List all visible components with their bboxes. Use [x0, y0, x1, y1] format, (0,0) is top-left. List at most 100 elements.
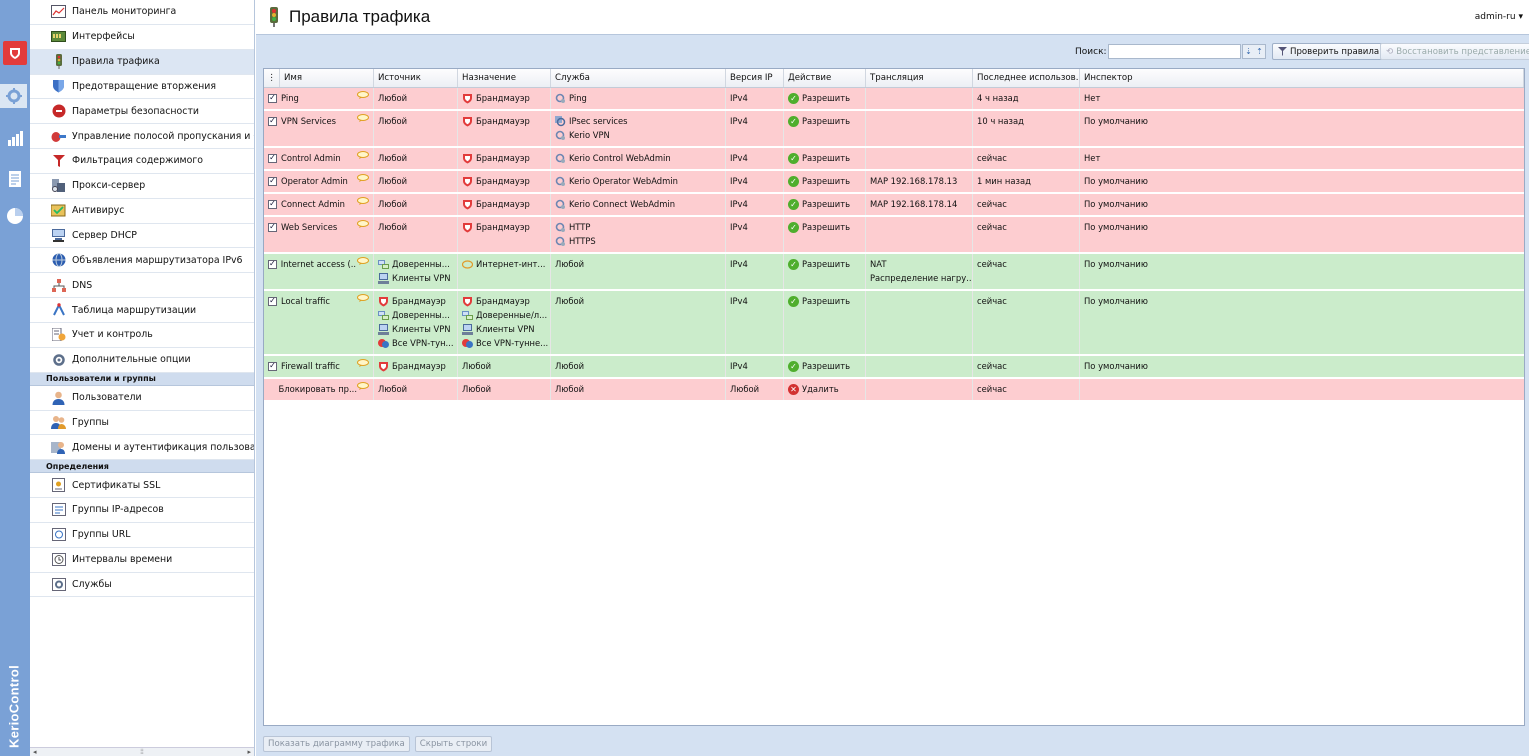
rule-row[interactable]: ✓ Connect Admin Любой Брандмауэр Kerio Conne… — [264, 194, 1524, 217]
rule-enabled-checkbox[interactable]: ✓ — [268, 176, 277, 186]
rule-name-cell: ✓ Ping — [264, 88, 374, 109]
nav-item-ips[interactable]: Предотвращение вторжения — [30, 75, 254, 100]
comment-icon[interactable] — [357, 220, 369, 228]
column-header[interactable]: Назначение — [458, 69, 551, 87]
rule-row[interactable]: ✓ VPN Services Любой Брандмауэр IPsec servic… — [264, 111, 1524, 148]
nav-item-time[interactable]: Интервалы времени — [30, 548, 254, 573]
action-label: Разрешить — [802, 361, 851, 371]
ip-version-cell: IPv4 — [726, 111, 784, 146]
scroll-right-icon[interactable]: ▸ — [247, 748, 251, 756]
translation-cell: MAP 192.168.178.13 — [866, 171, 973, 192]
search-label: Поиск: — [1075, 47, 1107, 57]
service-group-icon — [555, 115, 569, 127]
column-header[interactable]: Действие — [784, 69, 866, 87]
nav-item-proxy[interactable]: Прокси-сервер — [30, 174, 254, 199]
nav-item-ipv6[interactable]: Объявления маршрутизатора IPv6 — [30, 248, 254, 274]
ip-version-cell: IPv4 — [726, 356, 784, 377]
inspector-cell: По умолчанию — [1080, 171, 1524, 192]
comment-icon[interactable] — [357, 382, 369, 390]
rule-row[interactable]: ✓ Operator Admin Любой Брандмауэр Kerio Oper… — [264, 171, 1524, 194]
comment-icon[interactable] — [357, 257, 369, 265]
search-prev-icon[interactable]: ⇡ — [1254, 45, 1265, 58]
nav-item-accounting[interactable]: Учет и контроль — [30, 323, 254, 348]
filter-icon — [1278, 47, 1287, 56]
nav-item-bandwidth[interactable]: Управление полосой пропускания и Qo — [30, 124, 254, 150]
nav-item-dns[interactable]: DNS — [30, 273, 254, 299]
nav-item-dhcp[interactable]: Сервер DHCP — [30, 224, 254, 249]
rule-row[interactable]: ✓ Control Admin Любой Брандмауэр Kerio Contr… — [264, 148, 1524, 171]
rule-enabled-checkbox[interactable]: ✓ — [268, 116, 277, 126]
nav-item-certificate[interactable]: Сертификаты SSL — [30, 473, 254, 499]
comment-icon[interactable] — [357, 197, 369, 205]
logs-icon[interactable] — [3, 167, 27, 191]
column-header[interactable]: Трансляция — [866, 69, 973, 87]
column-header[interactable]: Имя — [280, 69, 374, 87]
cell-value: Kerio Control WebAdmin — [569, 153, 671, 163]
rule-enabled-checkbox[interactable]: ✓ — [268, 199, 277, 209]
rule-row[interactable]: ✓ Ping Любой Брандмауэр Ping IPv4 ✓ Разрешить 4 … — [264, 88, 1524, 111]
comment-icon[interactable] — [357, 114, 369, 122]
gear-icon[interactable] — [0, 84, 27, 108]
column-header[interactable]: Инспектор — [1080, 69, 1524, 87]
search-input[interactable] — [1108, 44, 1241, 59]
comment-icon[interactable] — [357, 91, 369, 99]
nav-item-url-group[interactable]: Группы URL — [30, 523, 254, 548]
rule-enabled-checkbox[interactable]: ✓ — [268, 153, 277, 163]
pie-icon[interactable] — [3, 204, 27, 228]
rule-enabled-checkbox[interactable]: ✓ — [268, 296, 277, 306]
rule-row[interactable]: ✓ Internet access (... Доверенны... Клиенты… — [264, 254, 1524, 291]
nav-item-interfaces[interactable]: Интерфейсы — [30, 25, 254, 50]
rule-enabled-checkbox[interactable] — [268, 385, 275, 394]
comment-icon[interactable] — [357, 151, 369, 159]
nav-item-label: Объявления маршрутизатора IPv6 — [72, 254, 243, 266]
column-header[interactable]: Версия IP — [726, 69, 784, 87]
nav-item-advanced[interactable]: Дополнительные опции — [30, 348, 254, 373]
nav-item-filter[interactable]: Фильтрация содержимого — [30, 149, 254, 174]
nav-item-user[interactable]: Пользователи — [30, 386, 254, 411]
nav-item-traffic[interactable]: Правила трафика — [30, 49, 254, 75]
shield-icon[interactable] — [3, 41, 27, 65]
destination-cell: Интернет-инт... — [458, 254, 551, 289]
user-menu[interactable]: admin-ru ▾ — [1475, 12, 1523, 22]
rule-row[interactable]: ✓ Web Services Любой Брандмауэр HTTP HTTPS IPv… — [264, 217, 1524, 254]
cell-value: IPv4 — [730, 153, 748, 163]
check-rules-button[interactable]: Проверить правила — [1272, 43, 1386, 60]
rule-row[interactable]: ✓ Firewall traffic Брандмауэр Любой Любой IPv… — [264, 356, 1524, 379]
rule-name-cell: ✓ Internet access (... — [264, 254, 374, 289]
cell-value: Все VPN-тун... — [392, 338, 454, 348]
rule-name: Local traffic — [281, 296, 330, 306]
show-traffic-diagram-button[interactable]: Показать диаграмму трафика — [263, 736, 410, 752]
rule-enabled-checkbox[interactable]: ✓ — [268, 361, 277, 371]
search-next-icon[interactable]: ⇣ — [1243, 45, 1254, 58]
action-cell: ✓ Разрешить — [784, 194, 866, 215]
column-header[interactable]: Источник — [374, 69, 458, 87]
column-header[interactable]: Служба — [551, 69, 726, 87]
rule-enabled-checkbox[interactable]: ✓ — [268, 93, 277, 103]
scroll-left-icon[interactable]: ◂ — [33, 748, 37, 756]
column-header[interactable]: Последнее использов... — [973, 69, 1080, 87]
nav-item-services[interactable]: Службы — [30, 573, 254, 598]
nav-item-label: Учет и контроль — [72, 329, 153, 341]
rule-row[interactable]: Блокировать пр... Любой Любой Любой Любой ✕ Уд… — [264, 379, 1524, 402]
nav-item-dashboard[interactable]: Панель мониторинга — [30, 0, 254, 25]
nav-horizontal-scrollbar[interactable]: ◂ ⦙⦙ ▸ — [30, 747, 254, 756]
action-cell: ✓ Разрешить — [784, 171, 866, 192]
stats-icon[interactable] — [3, 126, 27, 150]
rule-row[interactable]: ✓ Local traffic Брандмауэр Доверенны... Клие… — [264, 291, 1524, 356]
cell-value: Ping — [569, 93, 587, 103]
scroll-thumb-icon[interactable]: ⦙⦙ — [140, 748, 143, 756]
nav-item-routing[interactable]: Таблица маршрутизации — [30, 298, 254, 323]
comment-icon[interactable] — [357, 294, 369, 302]
hide-rows-button[interactable]: Скрыть строки — [414, 736, 493, 752]
comment-icon[interactable] — [357, 174, 369, 182]
nav-item-group[interactable]: Группы — [30, 411, 254, 436]
nav-item-label: Антивирус — [72, 205, 125, 217]
comment-icon[interactable] — [357, 359, 369, 367]
nav-item-security[interactable]: Параметры безопасности — [30, 99, 254, 125]
rule-enabled-checkbox[interactable]: ✓ — [268, 222, 277, 232]
nav-item-antivirus[interactable]: Антивирус — [30, 199, 254, 224]
nav-item-ip-group[interactable]: Группы IP-адресов — [30, 498, 254, 523]
restore-view-button[interactable]: ⟲ Восстановить представление — [1380, 43, 1529, 60]
rule-enabled-checkbox[interactable]: ✓ — [268, 259, 277, 269]
nav-item-domain[interactable]: Домены и аутентификация пользовател — [30, 435, 254, 461]
